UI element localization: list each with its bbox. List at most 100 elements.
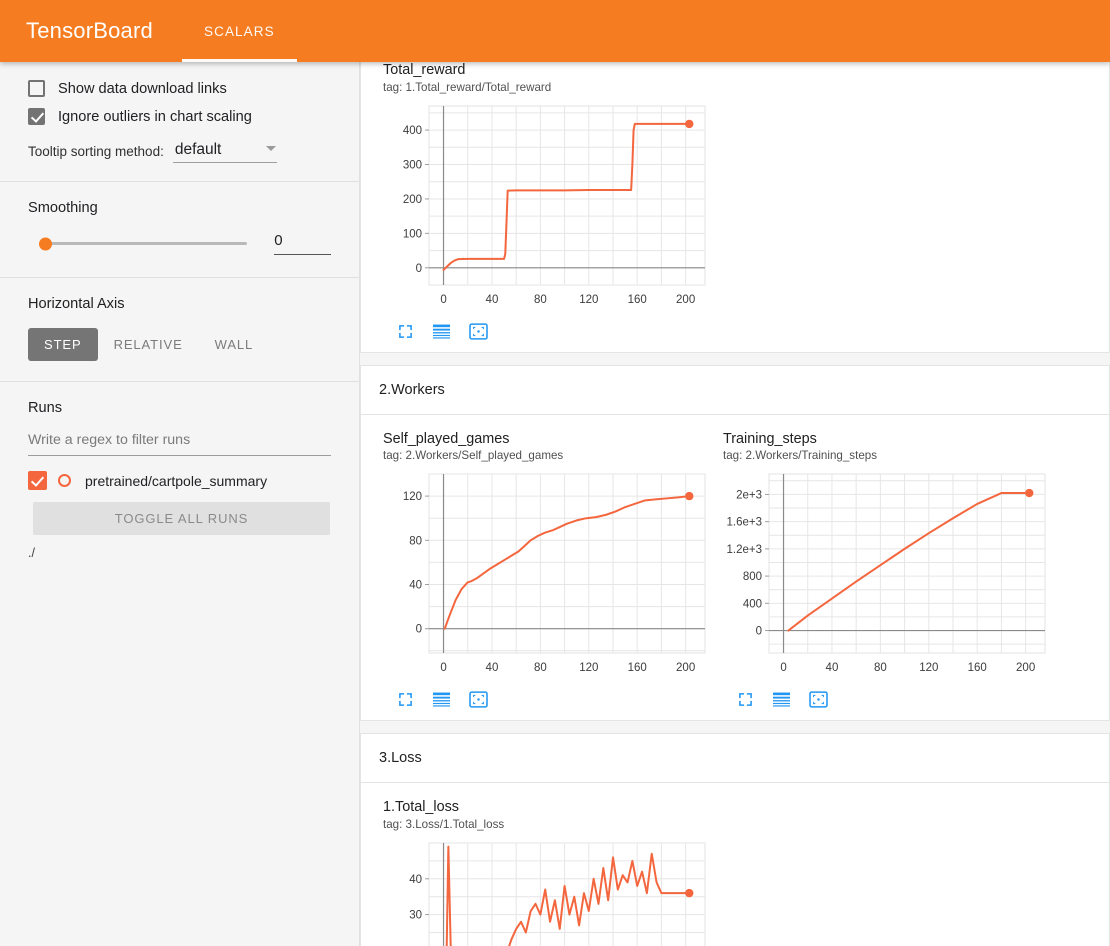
svg-text:160: 160 [628,294,647,306]
svg-text:200: 200 [676,294,695,306]
smoothing-value-field[interactable]: 0 [274,232,331,255]
svg-text:80: 80 [409,535,422,547]
chart-plot-total-loss[interactable]: 1020304004080120160200 [383,837,713,946]
axis-option-step[interactable]: STEP [28,328,98,361]
svg-text:0: 0 [440,662,446,674]
reset-zoom-icon[interactable] [469,322,488,340]
chart-title: Total_reward [383,62,466,78]
reset-zoom-icon[interactable] [809,691,828,708]
chart-title: Self_played_games [383,430,510,447]
horizontal-axis-title: Horizontal Axis [28,296,125,312]
chart-plot-total-reward[interactable]: 0 100 200 300 400 0 40 80 120 160 200 [383,100,713,315]
display-options-section: Show data download links Ignore outliers… [0,62,359,181]
scalars-dashboard: Total_reward tag: 1.Total_reward/Total_r… [360,62,1110,946]
smoothing-section: Smoothing 0 [0,182,359,277]
svg-text:120: 120 [579,662,598,674]
toggle-all-runs-button[interactable]: TOGGLE ALL RUNS [33,502,330,535]
chevron-down-icon [265,146,276,151]
chart-plot-training-steps[interactable]: 0 400 800 1.2e+3 1.6e+3 2e+3 0 40 80 120 160 200 [723,468,1053,683]
tooltip-sorting-select[interactable]: default [172,141,277,163]
svg-text:2e+3: 2e+3 [736,490,762,502]
chart-toolbar [723,683,1041,720]
app-title: TensorBoard [26,18,153,43]
svg-text:120: 120 [919,662,938,674]
svg-text:0: 0 [416,262,422,274]
group-header-workers[interactable]: 2.Workers [360,364,1110,415]
runs-filter-input[interactable] [28,428,331,456]
tooltip-sorting-row: Tooltip sorting method: default [28,141,331,163]
data-series-icon[interactable] [432,691,451,708]
chart-cell-total-loss: 1.Total_loss tag: 3.Loss/1.Total_loss 10… [361,783,706,946]
circle-icon-run-color [58,474,71,487]
svg-text:120: 120 [579,294,598,306]
show-download-links-row[interactable]: Show data download links [28,80,331,97]
data-series-icon[interactable] [432,323,451,340]
chart-plot-self-played-games[interactable]: 0 40 80 120 0 40 80 120 160 200 [383,468,713,683]
chart-tag: tag: 1.Total_reward/Total_reward [383,80,552,94]
svg-text:1.2e+3: 1.2e+3 [727,544,763,556]
fullscreen-icon[interactable] [397,323,414,340]
svg-text:0: 0 [440,294,446,306]
chart-card-loss: 1.Total_loss tag: 3.Loss/1.Total_loss 10… [360,783,1110,946]
tooltip-sorting-label: Tooltip sorting method: [28,144,164,159]
runs-path-label: ./ [28,546,35,560]
run-item-pretrained-cartpole-summary[interactable]: pretrained/cartpole_summary [28,471,331,490]
chart-tag: tag: 2.Workers/Training_steps [723,449,878,463]
svg-text:300: 300 [403,159,422,171]
chart-cell-self-played-games: Self_played_games tag: 2.Workers/Self_pl… [361,415,706,721]
svg-text:80: 80 [534,294,547,306]
chart-cell-total-reward: Total_reward tag: 1.Total_reward/Total_r… [361,62,706,352]
chart-title: 1.Total_loss [383,799,459,816]
tooltip-sorting-value: default [174,141,222,158]
tab-bar: SCALARS [182,0,297,62]
chart-card-total-reward: Total_reward tag: 1.Total_reward/Total_r… [360,62,1110,353]
axis-option-wall[interactable]: WALL [199,328,270,361]
svg-text:0: 0 [416,624,422,636]
axis-option-relative[interactable]: RELATIVE [98,328,199,361]
svg-text:80: 80 [874,662,887,674]
chart-toolbar [383,683,701,720]
data-series-icon[interactable] [772,691,791,708]
runs-title: Runs [28,400,63,416]
svg-text:400: 400 [743,598,762,610]
reset-zoom-icon[interactable] [469,691,488,708]
svg-text:0: 0 [780,662,786,674]
svg-text:200: 200 [403,194,422,206]
svg-text:160: 160 [968,662,987,674]
checkbox-icon-ignore-outliers[interactable] [28,108,45,125]
tab-scalars[interactable]: SCALARS [182,0,297,62]
svg-text:400: 400 [403,125,422,137]
svg-text:40: 40 [826,662,839,674]
svg-text:100: 100 [403,228,422,240]
svg-text:1.6e+3: 1.6e+3 [727,517,763,529]
svg-text:30: 30 [409,909,422,921]
settings-sidebar: Show data download links Ignore outliers… [0,62,360,946]
show-download-links-label: Show data download links [58,80,227,97]
fullscreen-icon[interactable] [737,691,754,708]
checkbox-icon-run[interactable] [28,471,47,490]
svg-text:160: 160 [628,662,647,674]
app-header: TensorBoard SCALARS [0,0,1110,62]
svg-text:800: 800 [743,571,762,583]
checkbox-icon-show-download-links[interactable] [28,80,45,97]
svg-text:40: 40 [409,873,422,885]
chart-toolbar [383,315,701,352]
svg-text:40: 40 [409,580,422,592]
chart-tag: tag: 3.Loss/1.Total_loss [383,817,505,831]
svg-text:0: 0 [756,626,762,638]
group-header-loss[interactable]: 3.Loss [360,733,1110,784]
svg-text:200: 200 [676,662,695,674]
smoothing-control-row: 0 [28,232,331,255]
smoothing-title: Smoothing [28,200,98,216]
run-item-label: pretrained/cartpole_summary [85,472,268,489]
chart-cell-training-steps: Training_steps tag: 2.Workers/Training_s… [701,415,1046,721]
fullscreen-icon[interactable] [397,691,414,708]
chart-tag: tag: 2.Workers/Self_played_games [383,449,564,463]
smoothing-slider[interactable] [39,237,248,250]
chart-card-workers: Self_played_games tag: 2.Workers/Self_pl… [360,414,1110,722]
svg-text:200: 200 [1016,662,1035,674]
smoothing-slider-thumb[interactable] [39,237,52,250]
ignore-outliers-row[interactable]: Ignore outliers in chart scaling [28,108,331,125]
ignore-outliers-label: Ignore outliers in chart scaling [58,108,252,125]
chart-title: Training_steps [723,430,817,447]
